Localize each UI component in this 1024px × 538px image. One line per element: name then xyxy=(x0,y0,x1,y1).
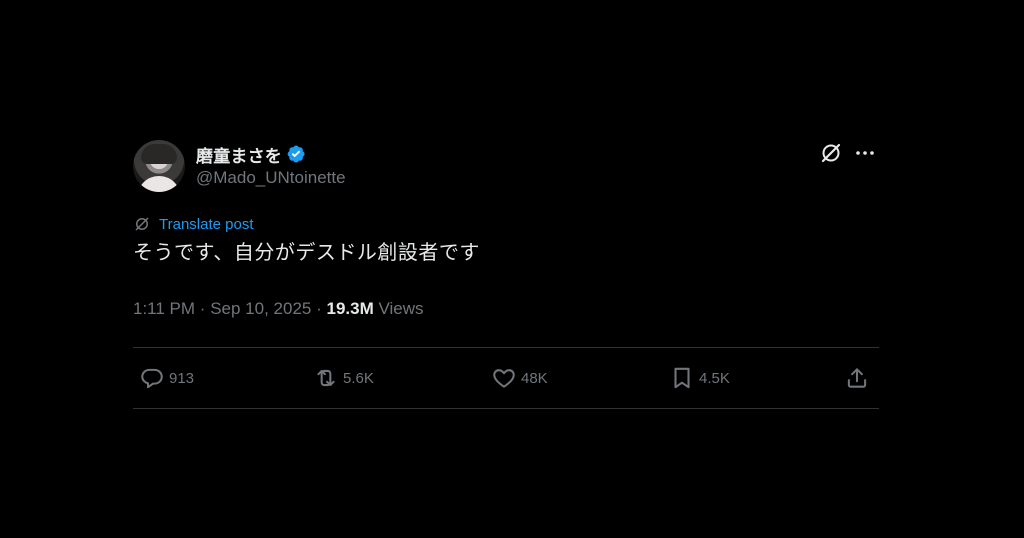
grok-icon xyxy=(135,217,149,231)
tweet-card: 磨童まさを @Mado_UNtoinette Translate post そう… xyxy=(133,138,879,409)
tweet-meta: 1:11 PM · Sep 10, 2025 · 19.3M Views xyxy=(133,299,879,321)
reply-count: 913 xyxy=(169,369,195,387)
heart-icon xyxy=(493,369,515,388)
display-name[interactable]: 磨童まさを xyxy=(196,142,282,167)
meta-separator: · xyxy=(199,299,206,318)
reply-icon xyxy=(141,368,163,389)
translate-row: Translate post xyxy=(133,215,879,233)
bookmark-button[interactable]: 4.5K xyxy=(669,365,730,391)
handle[interactable]: @Mado_UNtoinette xyxy=(196,168,346,188)
repost-count: 5.6K xyxy=(343,369,374,387)
meta-separator: · xyxy=(316,299,322,318)
avatar[interactable] xyxy=(133,140,185,192)
translate-post-link[interactable]: Translate post xyxy=(159,216,254,233)
tweet-date[interactable]: Sep 10, 2025 xyxy=(210,299,311,318)
action-bar: 913 5.6K 48K 4.5K xyxy=(133,348,879,408)
like-count: 48K xyxy=(521,369,548,387)
verified-badge-icon xyxy=(287,145,305,163)
tweet-text: そうです、自分がデスドル創設者です xyxy=(133,242,480,264)
views-count: 19.3M xyxy=(326,299,374,318)
repost-icon xyxy=(317,369,335,387)
bookmark-count: 4.5K xyxy=(699,369,730,387)
share-icon xyxy=(847,368,867,388)
views-label: Views xyxy=(378,299,424,318)
tweet-time[interactable]: 1:11 PM xyxy=(133,299,195,318)
author-names: 磨童まさを @Mado_UNtoinette xyxy=(196,143,346,188)
bookmark-icon xyxy=(674,367,690,389)
avatar-hair xyxy=(141,144,177,164)
reply-button[interactable]: 913 xyxy=(139,365,194,391)
avatar-shoulders xyxy=(137,176,181,192)
tweet-header: 磨童まさを @Mado_UNtoinette xyxy=(133,138,879,194)
grok-icon[interactable] xyxy=(819,141,843,165)
more-icon[interactable] xyxy=(853,141,877,165)
repost-button[interactable]: 5.6K xyxy=(313,365,374,391)
display-name-row: 磨童まさを xyxy=(196,142,346,167)
divider xyxy=(133,408,879,409)
like-button[interactable]: 48K xyxy=(491,365,548,391)
share-button[interactable] xyxy=(844,365,870,391)
